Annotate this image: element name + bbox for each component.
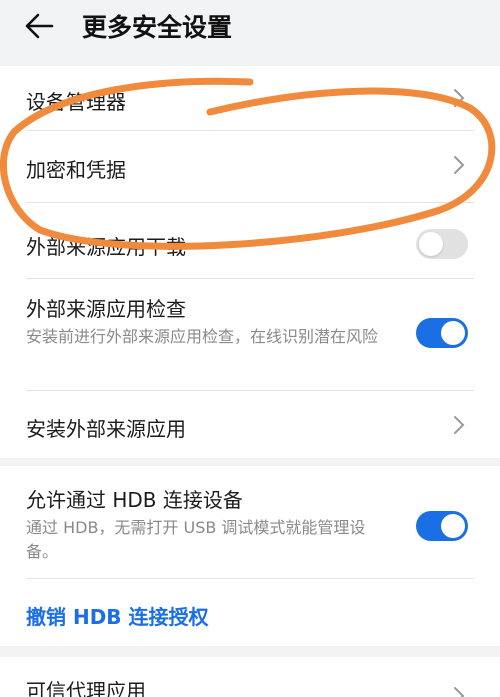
chevron-right-icon [454,156,465,174]
external-check-description: 安装前进行外部来源应用检查，在线识别潜在风险 [26,327,379,346]
hdb-toggle[interactable] [416,511,468,541]
external-download-toggle[interactable] [416,229,468,259]
hdb-description: 通过 HDB，无需打开 USB 调试模式就能管理设备。 [26,518,366,561]
toggle-knob [441,514,465,538]
external-check-toggle[interactable] [416,318,468,348]
chevron-right-icon [454,687,465,697]
page-title: 更多安全设置 [82,13,233,42]
revoke-hdb-link[interactable]: 撤销 HDB 连接授权 [26,601,209,630]
install-external-label: 安装外部来源应用 [26,417,186,441]
hdb-label: 允许通过 HDB 连接设备 [26,488,243,512]
device-admin-row[interactable]: 设备管理器 [26,66,474,130]
trusted-agents-row[interactable]: 可信代理应用 [26,657,474,697]
chevron-right-icon [454,89,465,107]
back-arrow-icon[interactable] [24,12,54,40]
security-settings-card: 设备管理器 加密和凭据 外部来源应用下载 外部来源应用检查 安装前进行外部来源应… [0,66,500,458]
revoke-hdb-row[interactable]: 撤销 HDB 连接授权 [26,579,474,646]
trusted-agents-card: 可信代理应用 [0,657,500,697]
external-download-row: 外部来源应用下载 [26,203,474,277]
external-download-label: 外部来源应用下载 [26,235,186,259]
hdb-card: 允许通过 HDB 连接设备 通过 HDB，无需打开 USB 调试模式就能管理设备… [0,466,500,646]
external-check-label: 外部来源应用检查 [26,297,186,321]
encryption-label: 加密和凭据 [26,158,126,182]
chevron-right-icon [454,416,465,434]
toggle-knob [419,232,443,256]
install-external-row[interactable]: 安装外部来源应用 [26,391,474,458]
encryption-row[interactable]: 加密和凭据 [26,131,474,199]
top-bar: 更多安全设置 [0,0,500,56]
hdb-row: 允许通过 HDB 连接设备 通过 HDB，无需打开 USB 调试模式就能管理设备… [26,466,474,576]
device-admin-label: 设备管理器 [26,90,126,114]
trusted-agents-label: 可信代理应用 [26,679,146,697]
external-check-row: 外部来源应用检查 安装前进行外部来源应用检查，在线识别潜在风险 [26,279,474,391]
toggle-knob [441,321,465,345]
